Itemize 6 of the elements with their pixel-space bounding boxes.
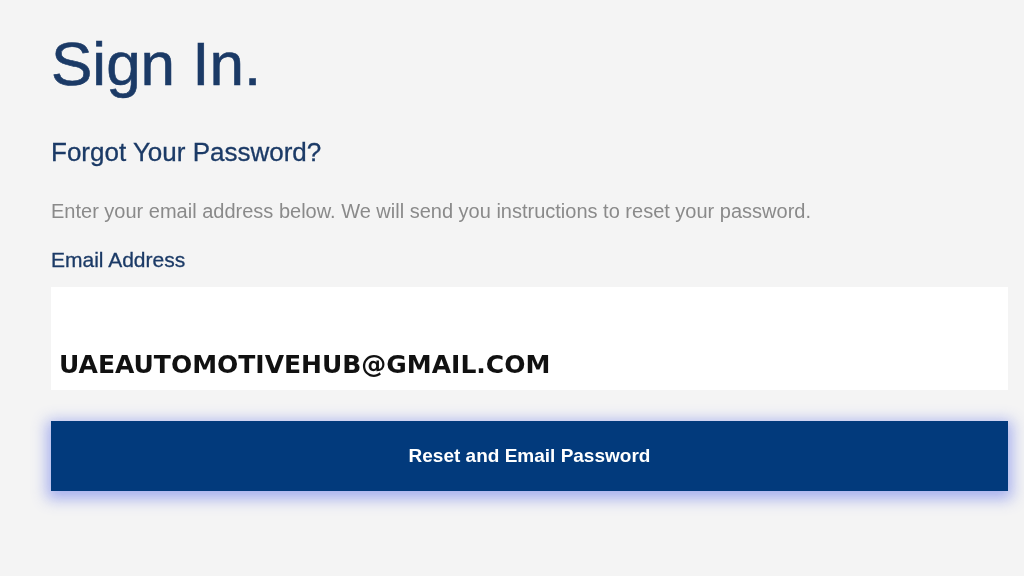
page-title: Sign In.: [51, 28, 262, 100]
email-field[interactable]: UAEAUTOMOTIVEHUB@GMAIL.COM: [51, 287, 1008, 390]
field-label: Email Address: [51, 247, 186, 273]
section-heading: Forgot Your Password?: [51, 136, 322, 168]
reset-password-button[interactable]: Reset and Email Password: [51, 421, 1008, 491]
instructions-text: Enter your email address below. We will send you instructions to reset your password.: [51, 199, 811, 224]
